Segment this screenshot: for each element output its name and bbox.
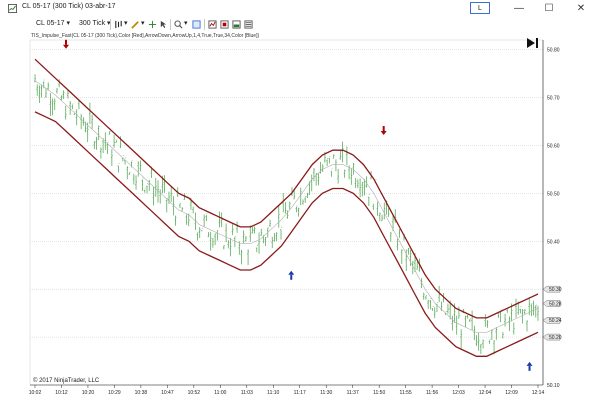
scroll-to-end-button[interactable] (527, 38, 538, 48)
plot-border (29, 39, 544, 386)
time-tick-label: 11:03 (241, 390, 253, 396)
middle-line (34, 80, 539, 333)
time-tick-label: 12:09 (505, 390, 518, 396)
arrow-down-icon (63, 44, 69, 49)
time-tick-label: 10:12 (55, 390, 68, 396)
time-tick-label: 12:03 (452, 390, 465, 396)
lower-band (34, 111, 539, 357)
impulse-bands (34, 58, 539, 357)
price-tick-label: 50.60 (547, 143, 560, 149)
arrow-up-icon (526, 361, 533, 366)
time-tick-label: 11:10 (267, 390, 279, 396)
arrow-up-icon (528, 365, 531, 371)
time-tick-label: 11:17 (294, 390, 306, 396)
price-tags: 50.30 50.28 50.24 50.20 (542, 285, 562, 341)
price-tick-label: 50.40 (547, 239, 560, 245)
time-tick-label: 11:56 (426, 390, 438, 396)
arrow-down-icon (382, 126, 385, 132)
upper-band (34, 58, 539, 319)
time-tick-label: 10:02 (29, 390, 42, 396)
time-tick-label: 11:50 (373, 390, 385, 396)
play-icon (527, 38, 535, 48)
arrow-down-icon (380, 131, 387, 136)
price-tag-label: 50.20 (549, 335, 562, 341)
time-tick-label: 11:00 (214, 390, 226, 396)
arrow-up-icon (290, 274, 293, 280)
time-tick-label: 11:55 (400, 390, 412, 396)
time-tick-label: 10:52 (188, 390, 201, 396)
time-tick-label: 11:37 (347, 390, 359, 396)
price-tick-label: 50.70 (547, 96, 560, 102)
signal-arrows (63, 39, 533, 371)
price-tick-label: 50.80 (547, 48, 560, 54)
price-chart[interactable]: 50.80 50.70 50.60 50.50 50.40 50.30 50.20 50.10… (0, 0, 600, 400)
time-tick-label: 10:29 (108, 390, 121, 396)
time-tick-label: 11:30 (320, 390, 332, 396)
chart-window: CL 05-17 (300 Tick) 03-abr-17 L — ☐ ✕ CL… (0, 0, 600, 400)
arrow-up-icon (288, 270, 295, 275)
time-tick-label: 12:14 (532, 390, 545, 396)
price-tag-label: 50.24 (549, 318, 562, 324)
time-tick-label: 12:04 (479, 390, 492, 396)
time-tick-label: 10:38 (135, 390, 148, 396)
price-tick-label: 50.50 (547, 191, 560, 197)
time-tick-label: 10:20 (82, 390, 95, 396)
end-bar-icon (536, 38, 538, 48)
time-tick-label: 10:47 (161, 390, 174, 396)
price-tag-label: 50.30 (549, 287, 562, 293)
time-axis: 10:02 10:12 10:20 10:29 10:38 10:47 10:52 11:00… (29, 385, 545, 396)
price-tick-label: 50.10 (547, 383, 560, 389)
arrow-down-icon (65, 39, 67, 45)
price-tag-label: 50.28 (549, 301, 562, 307)
grid-lines (30, 49, 543, 386)
copyright-text: © 2017 NinjaTrader, LLC (33, 377, 100, 384)
